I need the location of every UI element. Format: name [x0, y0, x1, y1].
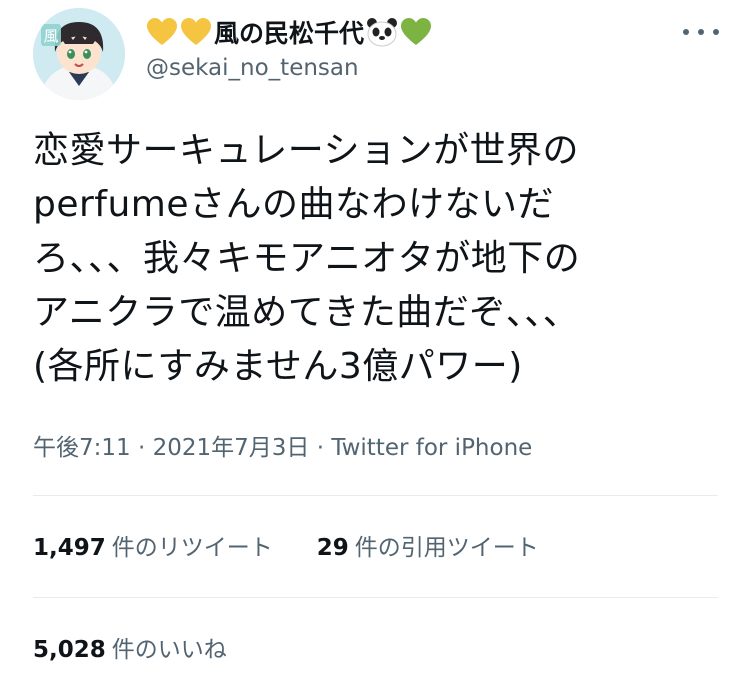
- svg-text:風: 風: [43, 27, 58, 45]
- divider: [33, 597, 718, 598]
- tweet-metadata: 午後7:11 · 2021年7月3日 · Twitter for iPhone: [33, 428, 532, 462]
- avatar[interactable]: 風: [33, 8, 125, 100]
- tweet-date[interactable]: 2021年7月3日: [153, 435, 310, 461]
- yellow-heart-icon: [180, 16, 212, 48]
- meta-separator: ·: [137, 435, 146, 461]
- tweet-text-line: ろ、、、我々キモアニオタが地下の: [33, 238, 581, 279]
- tweet-text-line: アニクラで温めてきた曲だぞ、、、: [33, 292, 580, 333]
- likes-label: 件のいいね: [111, 637, 227, 663]
- tweet-text-line: 恋愛サーキュレーションが世界の: [33, 130, 580, 171]
- user-handle[interactable]: @sekai_no_tensan: [146, 55, 359, 81]
- retweets-count: 1,497: [33, 535, 106, 561]
- tweet-text-line: perfumeさんの曲なわけないだ: [33, 184, 555, 225]
- tweet-header: 風 風の民松千代 @sekai_no_tensan: [0, 0, 750, 110]
- quotes-stat[interactable]: 29 件の引用ツイート: [317, 528, 539, 562]
- tweet-time[interactable]: 午後7:11: [33, 435, 131, 461]
- avatar-image: 風: [33, 8, 125, 100]
- more-options-icon[interactable]: [683, 22, 719, 42]
- quotes-count: 29: [316, 535, 349, 561]
- yellow-heart-icon: [146, 16, 178, 48]
- engagement-stats: 1,497 件のリツイート 29 件の引用ツイート: [33, 528, 539, 562]
- green-heart-icon: [400, 16, 432, 48]
- tweet-source-link[interactable]: Twitter for iPhone: [331, 435, 532, 461]
- quotes-label: 件の引用ツイート: [354, 535, 539, 561]
- divider: [33, 495, 718, 496]
- retweets-label: 件のリツイート: [111, 535, 273, 561]
- panda-face-icon: [366, 16, 398, 48]
- likes-stat[interactable]: 5,028 件のいいね: [33, 630, 227, 664]
- tweet-text-line: (各所にすみません3億パワー): [33, 346, 523, 387]
- likes-count: 5,028: [33, 637, 106, 663]
- tweet-text: 恋愛サーキュレーションが世界の perfumeさんの曲なわけないだ ろ、、、我々…: [33, 124, 723, 394]
- display-name: 風の民松千代: [214, 19, 365, 48]
- retweets-stat[interactable]: 1,497 件のリツイート: [33, 528, 273, 562]
- meta-separator: ·: [316, 435, 325, 461]
- display-name-row[interactable]: 風の民松千代: [146, 12, 432, 52]
